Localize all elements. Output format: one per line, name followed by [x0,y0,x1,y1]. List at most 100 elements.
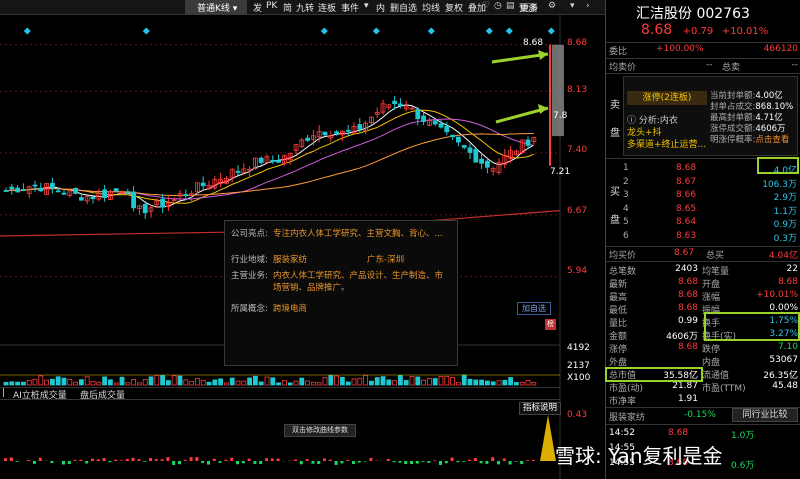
volume-bar [490,381,496,386]
chevron-down-icon[interactable]: ▾ [570,1,575,11]
toolbar-item-nei[interactable]: 内 [376,1,385,14]
indicator-bar [363,461,367,462]
volume-bar [177,375,183,386]
toolbar-item-del-favorite[interactable]: 删自选 [390,1,417,14]
indicator-axis-label: 0.43 [567,410,588,420]
indicator-bar [85,461,89,464]
toolbar-item-adjust[interactable]: 复权 [445,1,463,14]
indicator-help-button[interactable]: 指标说明 [519,402,561,415]
candle [438,123,444,128]
popup-key: 主营业务: [231,271,268,281]
indicator-bar [236,461,239,465]
volume-bar [380,376,386,386]
stats-row: 涨停 8.68 跌停 7.10 [609,342,798,355]
channel-tag[interactable]: 多渠道+终止运营... [627,137,706,150]
toolbar-item-fa[interactable]: 发 [253,1,262,14]
bid-row[interactable]: 2 8.67 106.3万 [606,177,800,190]
event-marker [23,27,31,35]
volume-bar [171,375,177,386]
limit-up-card[interactable]: 涨停(2连板) ⓘ 分析:内衣 龙头+抖 多渠道+终止运营... 当前封单额:4… [623,76,798,156]
candle [3,190,9,192]
indicator-bar [334,461,338,465]
bid-row[interactable]: 4 8.65 1.1万 [606,204,800,217]
tab-ai-volume[interactable]: AI立桩成交量 [13,388,67,401]
kline-type-selector[interactable]: 普通K线 ▾ [185,0,247,15]
toolbar-item-lianban[interactable]: 连板 [318,1,336,14]
candle [15,187,21,193]
tab-after-hours-volume[interactable]: 盘后成交量 [80,388,125,401]
indicator-bar [270,458,274,461]
indicator-bar [299,461,303,465]
toolbar-item-dropdown[interactable]: ▾ [364,1,369,11]
indicator-hint: 双击修改曲线参数 [284,424,356,437]
indicator-bar [230,457,234,461]
add-favorite-button[interactable]: 加自选 [517,302,551,315]
popup-value: 内衣人体工学研究、产品设计、生产制造、市 [273,271,444,281]
bid-row[interactable]: 3 8.66 2.9万 [606,190,800,203]
toolbar-item-simple[interactable]: 简 [283,1,292,14]
volume-bar [455,382,461,386]
candle [455,136,461,143]
price-axis-label: 7.40 [567,145,588,155]
indicator-bar [189,457,193,461]
indicator-bar [212,458,216,461]
highlight-box [605,367,703,382]
candle [113,188,119,192]
volume-bar [235,380,241,386]
indicator-bar [404,461,408,465]
industry-name[interactable]: 服装家纺 [609,410,645,423]
toolbar-item-event[interactable]: 事件 [341,1,359,14]
toolbar: 普通K线 ▾ 发 PK 简 九转 连板 事件 ▾ 内 删自选 均线 复权 叠加 … [0,0,605,15]
candle [20,189,26,191]
indicator-bar [450,457,454,461]
indicator-bar [531,459,535,461]
commission-row: 委比 +100.00% 466120 [609,44,798,57]
bid-summary-row: 均买价 8.67 总买 4.04亿 [609,248,798,261]
current-price-tag: 8.68 [523,38,544,48]
toolbar-item-ma[interactable]: 均线 [422,1,440,14]
volume-bar [363,374,369,386]
chevron-right-icon[interactable]: › [586,1,590,11]
volume-bar [514,382,519,386]
clock-icon[interactable]: ◷ [494,1,502,11]
popup-value[interactable]: 跨境电商 [273,303,307,315]
toolbar-item-pk[interactable]: PK [266,1,277,11]
indicator-bar [108,461,112,463]
indicator-bar [479,461,483,464]
ma-line [5,118,534,200]
indicator-bar [102,458,106,461]
indicator-bar [201,461,205,463]
popup-value[interactable]: 服装家纺 [273,254,307,266]
event-marker [142,27,150,35]
settings-icon[interactable]: ⚙ [548,1,556,11]
stock-code: 002763 [696,6,750,22]
indicator-bar [311,461,315,464]
view-probability-link[interactable]: 点击查看 [755,135,789,145]
volume-bar [438,376,444,386]
volume-axis-label: 4192 [567,343,590,353]
heart-icon[interactable]: ♡ [482,1,490,11]
highlight-box [704,312,800,341]
indicator-bar [294,459,297,461]
volume-bar [502,379,508,386]
candle [55,190,61,193]
popup-value-region[interactable]: 广东-深圳 [367,254,404,266]
indicator-bar [497,461,500,465]
volume-bar [154,374,160,386]
toolbar-more[interactable]: 更多 [520,1,538,14]
bid-row[interactable]: 6 8.63 0.3万 [606,231,800,244]
toolbar-item-jiuzhuan[interactable]: 九转 [296,1,314,14]
volume-bar [473,379,479,386]
bid-row[interactable]: 5 8.64 0.9万 [606,217,800,230]
popup-value[interactable]: 专注内衣人体工学研究、主营文胸、背心、... [273,228,443,240]
candle [444,125,450,133]
volume-bar [73,381,78,386]
chart-icon[interactable]: ▤ [506,1,515,11]
indicator-bar [160,459,164,461]
industry-row: 服装家纺 -0.15% 同行业比较 [606,408,800,423]
volume-bar [32,378,38,386]
industry-compare-button[interactable]: 同行业比较 [732,408,798,422]
tick-row: 14:52 8.68 1.0万 [609,428,755,441]
volume-bar [108,379,113,386]
candle [345,129,351,132]
